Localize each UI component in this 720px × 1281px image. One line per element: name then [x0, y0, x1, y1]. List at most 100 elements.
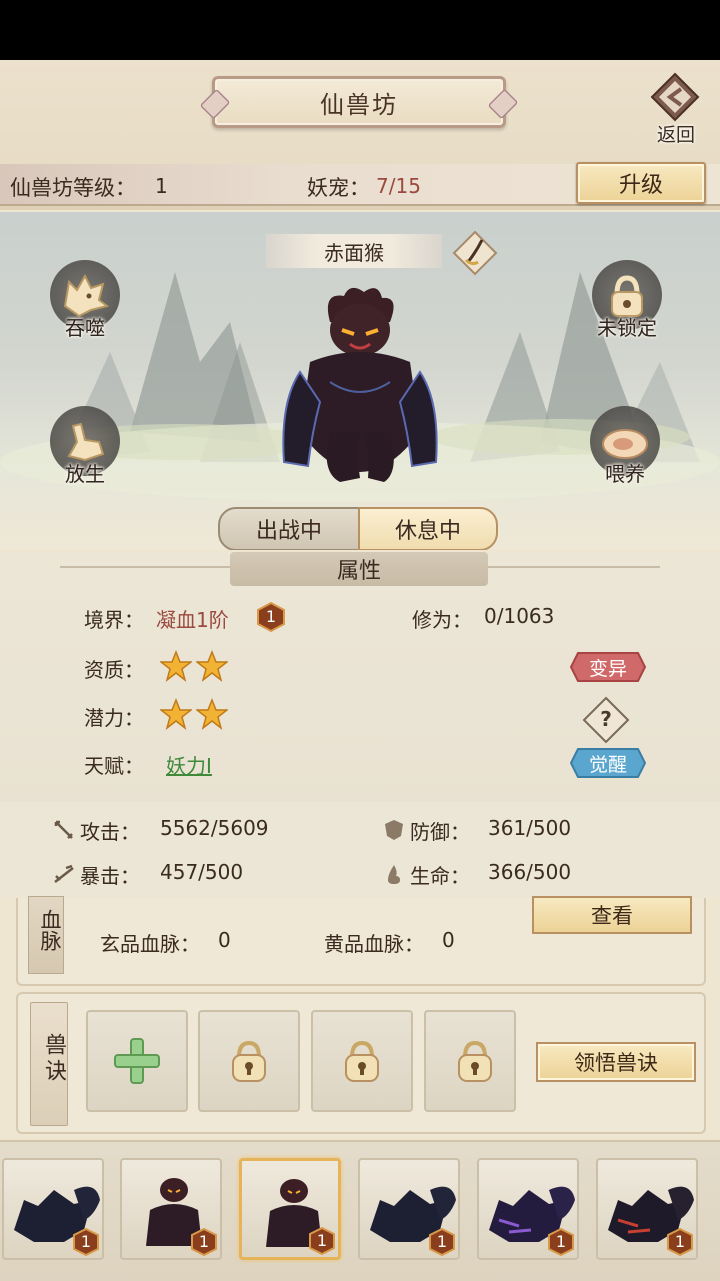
mutate-label: 变异 [588, 657, 627, 680]
pet-roster: 1 1 1 1 1 1 [0, 1140, 720, 1281]
learn-skill-button[interactable]: 领悟兽诀 [536, 1042, 696, 1082]
release-label: 放生 [65, 462, 105, 486]
skill-slot-locked[interactable] [311, 1010, 413, 1112]
pet-level: 1 [674, 1232, 686, 1251]
attack-value: 5562/5609 [160, 816, 269, 840]
rename-brush-icon[interactable] [452, 230, 498, 276]
battle-status-button[interactable]: 出战中 [218, 507, 360, 550]
crit-label: 暴击： [80, 864, 140, 888]
pet-level: 1 [436, 1232, 448, 1251]
skill-tab-label: 兽诀 [41, 1033, 66, 1085]
release-button[interactable]: 放生 [40, 406, 130, 496]
huang-bloodline-label: 黄品血脉： [324, 932, 424, 956]
back-arrow-icon [650, 72, 700, 122]
battle-status-toggle: 出战中 休息中 [218, 507, 498, 550]
aptitude-label: 资质： [84, 658, 144, 682]
sword-icon [54, 820, 73, 839]
star-icon [196, 650, 228, 682]
upgrade-button[interactable]: 升级 [576, 162, 706, 204]
potential-stars [160, 698, 228, 730]
awaken-label: 觉醒 [588, 753, 627, 776]
attributes-title: 属性 [336, 559, 381, 584]
padlock-icon [458, 1040, 492, 1082]
pet-card-monkey[interactable]: 1 [120, 1158, 222, 1260]
rest-status-button[interactable]: 休息中 [358, 507, 498, 550]
red-faced-monkey-art [282, 287, 438, 482]
aptitude-stars [160, 650, 228, 682]
beast-name-banner: 赤面猴 [266, 234, 442, 268]
pet-card-wolf-red[interactable]: 1 [596, 1158, 698, 1260]
feed-button[interactable]: 喂养 [580, 406, 670, 496]
bloodline-tab-label: 血脉 [38, 909, 62, 951]
learn-skill-label: 领悟兽诀 [574, 1051, 658, 1075]
talent-label: 天赋： [84, 754, 144, 778]
pet-card-wolf[interactable]: 1 [2, 1158, 104, 1260]
combat-stats: 攻击： 5562/5609 防御： 361/500 暴击： 457/500 生命… [0, 802, 720, 897]
header: 仙兽坊 返回 仙兽坊等级： 1 妖宠： 7/15 升级 [0, 60, 720, 210]
defense-value: 361/500 [488, 816, 572, 840]
potential-label: 潜力： [84, 706, 144, 730]
crit-value: 457/500 [160, 860, 244, 884]
beast-name: 赤面猴 [324, 240, 384, 265]
skill-slot-add[interactable] [86, 1010, 188, 1112]
star-icon [160, 698, 192, 730]
huang-bloodline-value: 0 [442, 928, 455, 952]
pet-level: 1 [316, 1231, 328, 1250]
star-icon [196, 698, 228, 730]
talent-link[interactable]: 妖力I [166, 750, 212, 779]
devour-button[interactable]: 吞噬 [40, 260, 130, 350]
feed-label: 喂养 [605, 462, 645, 486]
view-label: 查看 [591, 904, 633, 928]
crit-blade-icon [54, 864, 74, 883]
pet-count-label: 妖宠： [307, 176, 370, 200]
back-button[interactable]: 返回 [640, 68, 712, 146]
armor-icon [385, 820, 403, 840]
padlock-icon [345, 1040, 379, 1082]
back-label: 返回 [656, 124, 695, 146]
workshop-level-label: 仙兽坊等级： [10, 176, 136, 200]
page-title: 仙兽坊 [320, 90, 398, 119]
skill-slot-locked[interactable] [198, 1010, 300, 1112]
pet-level-badge: 1 [666, 1228, 694, 1256]
skill-tab: 兽诀 [30, 1002, 68, 1126]
pet-count-value: 7/15 [376, 174, 421, 198]
pet-level-badge: 1 [547, 1228, 575, 1256]
help-label: ? [600, 707, 612, 731]
beast-skill-panel: 兽诀 领悟兽诀 [16, 992, 706, 1134]
padlock-icon [232, 1040, 266, 1082]
lock-button[interactable]: 未锁定 [582, 260, 672, 350]
potential-help-button[interactable]: ? [582, 696, 630, 744]
lock-label: 未锁定 [597, 316, 657, 340]
life-flame-icon [388, 865, 400, 884]
cultivation-value: 0/1063 [484, 604, 555, 628]
pet-level: 1 [555, 1232, 567, 1251]
pet-card-wolf-purple[interactable]: 1 [477, 1158, 579, 1260]
pet-level-badge: 1 [72, 1228, 100, 1256]
devour-label: 吞噬 [65, 316, 105, 340]
attributes-header: 属性 [230, 552, 488, 586]
battle-status-label: 出战中 [255, 519, 322, 544]
view-bloodline-button[interactable]: 查看 [532, 896, 692, 934]
title-banner: 仙兽坊 [212, 76, 506, 128]
beast-workshop-screen: 仙兽坊 返回 仙兽坊等级： 1 妖宠： 7/15 升级 赤面猴 吞噬 未锁定 放… [0, 60, 720, 1281]
pet-card-monkey-selected[interactable]: 1 [239, 1158, 341, 1260]
realm-value: 凝血1阶 [156, 608, 229, 632]
bloodline-tab: 血脉 [28, 896, 64, 974]
upgrade-label: 升级 [618, 173, 663, 198]
pet-level: 1 [80, 1232, 92, 1251]
pet-level: 1 [198, 1232, 210, 1251]
pet-level-badge: 1 [308, 1227, 336, 1255]
attack-label: 攻击： [80, 820, 140, 844]
defense-label: 防御： [410, 820, 470, 844]
xuan-bloodline-label: 玄品血脉： [100, 932, 200, 956]
realm-badge-number: 1 [265, 607, 277, 626]
rest-status-label: 休息中 [394, 519, 461, 544]
beast-scene: 赤面猴 吞噬 未锁定 放生 喂养 出战中 休息中 [0, 212, 720, 550]
pet-level-badge: 1 [190, 1228, 218, 1256]
awaken-button[interactable]: 觉醒 [570, 748, 646, 778]
skill-slot-locked[interactable] [424, 1010, 516, 1112]
mutate-button[interactable]: 变异 [570, 652, 646, 682]
pet-card-wolf[interactable]: 1 [358, 1158, 460, 1260]
realm-label: 境界： [84, 608, 144, 632]
life-value: 366/500 [488, 860, 572, 884]
